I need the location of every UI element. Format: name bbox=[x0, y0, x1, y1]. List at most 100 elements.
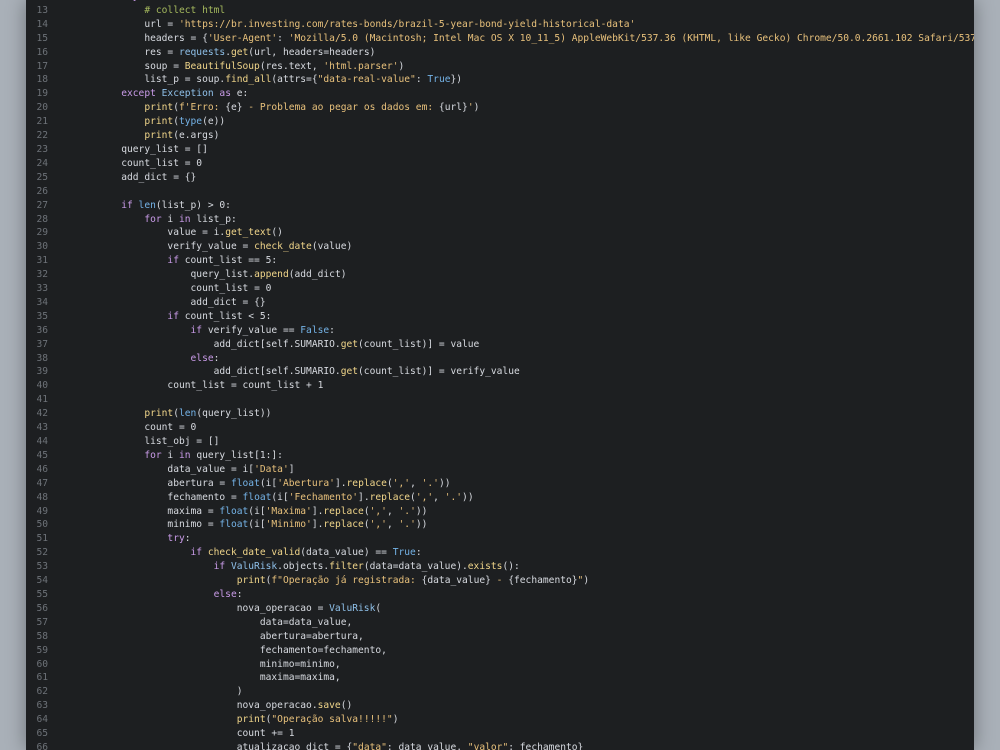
code-line[interactable]: 56 nova_operacao = ValuRisk( bbox=[26, 602, 974, 616]
code-line[interactable]: 33 count_list = 0 bbox=[26, 282, 974, 296]
code-token: type bbox=[178, 116, 203, 128]
code-text: url = 'https://br.investing.com/rates-bo… bbox=[48, 18, 635, 32]
code-token: filter bbox=[329, 561, 364, 573]
code-line[interactable]: 44 list_obj = [] bbox=[26, 435, 974, 449]
code-line[interactable]: 49 maxima = float(i['Maxima'].replace(',… bbox=[26, 505, 974, 519]
code-token: 'Data' bbox=[254, 463, 289, 475]
code-token: ]. bbox=[311, 519, 324, 531]
code-line[interactable]: 47 abertura = float(i['Abertura'].replac… bbox=[26, 477, 974, 491]
code-token: print bbox=[144, 130, 174, 142]
code-line[interactable]: 19 except Exception as e: bbox=[26, 87, 974, 101]
code-text: fechamento=fechamento, bbox=[48, 644, 387, 658]
code-line[interactable]: 52 if check_date_valid(data_value) == Tr… bbox=[26, 546, 974, 560]
code-text: nova_operacao = ValuRisk( bbox=[48, 602, 381, 616]
code-line[interactable]: 30 verify_value = check_date(value) bbox=[26, 240, 974, 254]
code-line[interactable]: 31 if count_list == 5: bbox=[26, 254, 974, 268]
line-number: 66 bbox=[36, 741, 48, 750]
code-line[interactable]: 28 for i in list_p: bbox=[26, 213, 974, 227]
code-line[interactable]: 29 value = i.get_text() bbox=[26, 226, 974, 240]
code-line[interactable]: 41 bbox=[26, 393, 974, 407]
code-token: count_list == 5: bbox=[184, 255, 278, 267]
code-line[interactable]: 23 query_list = [] bbox=[26, 143, 974, 157]
code-line[interactable]: 65 count += 1 bbox=[26, 727, 974, 741]
code-line[interactable]: 64 print("Operação salva!!!!!") bbox=[26, 713, 974, 727]
code-line[interactable]: 24 count_list = 0 bbox=[26, 157, 974, 171]
code-token: float bbox=[230, 477, 260, 489]
code-line[interactable]: 58 abertura=abertura, bbox=[26, 630, 974, 644]
code-line[interactable]: 16 res = requests.get(url, headers=heade… bbox=[26, 46, 974, 60]
line-number: 14 bbox=[36, 18, 48, 30]
line-number: 52 bbox=[36, 547, 48, 559]
code-line[interactable]: 39 add_dict[self.SUMARIO.get(count_list)… bbox=[26, 365, 974, 379]
code-line[interactable]: 43 count = 0 bbox=[26, 421, 974, 435]
code-line[interactable]: 18 list_p = soup.find_all(attrs={"data-r… bbox=[26, 73, 974, 87]
code-line[interactable]: 38 else: bbox=[26, 352, 974, 366]
code-line[interactable]: 57 data=data_value, bbox=[26, 616, 974, 630]
code-line[interactable]: 46 data_value = i['Data'] bbox=[26, 463, 974, 477]
code-token: 'Maxima' bbox=[265, 505, 312, 517]
code-line[interactable]: 27 if len(list_p) > 0: bbox=[26, 199, 974, 213]
code-line[interactable]: 40 count_list = count_list + 1 bbox=[26, 379, 974, 393]
code-text: for i in query_list[1:]: bbox=[48, 449, 283, 463]
code-line[interactable]: 48 fechamento = float(i['Fechamento'].re… bbox=[26, 491, 974, 505]
code-line[interactable]: 26 bbox=[26, 185, 974, 199]
code-token: , bbox=[410, 477, 422, 489]
code-token: , bbox=[433, 491, 445, 503]
code-line[interactable]: 15 headers = {'User-Agent': 'Mozilla/5.0… bbox=[26, 32, 974, 46]
code-token: : bbox=[184, 533, 191, 545]
code-token: if bbox=[167, 310, 185, 322]
code-line[interactable]: 13 # collect html bbox=[26, 4, 974, 18]
code-line[interactable]: 54 print(f"Operação já registrada: {data… bbox=[26, 574, 974, 588]
code-line[interactable]: 35 if count_list < 5: bbox=[26, 310, 974, 324]
line-number: 16 bbox=[36, 46, 48, 58]
code-token: replace bbox=[323, 519, 364, 531]
line-number: 65 bbox=[36, 728, 48, 740]
code-token: in bbox=[178, 449, 197, 461]
code-line[interactable]: 20 print(f'Erro: {e} - Problema ao pegar… bbox=[26, 101, 974, 115]
code-line[interactable]: 32 query_list.append(add_dict) bbox=[26, 268, 974, 282]
code-line[interactable]: 66 atualizacao_dict = {"data": data_valu… bbox=[26, 741, 974, 750]
code-token: verify_value = bbox=[167, 241, 255, 253]
code-line[interactable]: 59 fechamento=fechamento, bbox=[26, 644, 974, 658]
code-token: (i[ bbox=[259, 477, 278, 489]
code-token: abertura = bbox=[167, 477, 231, 489]
line-number: 19 bbox=[36, 88, 48, 100]
line-number: 18 bbox=[36, 74, 48, 86]
code-line[interactable]: 37 add_dict[self.SUMARIO.get(count_list)… bbox=[26, 338, 974, 352]
code-line[interactable]: 61 maxima=maxima, bbox=[26, 671, 974, 685]
code-text: maxima=maxima, bbox=[48, 671, 341, 685]
line-number: 59 bbox=[36, 644, 48, 656]
code-line[interactable]: 25 add_dict = {} bbox=[26, 171, 974, 185]
code-line[interactable]: 53 if ValuRisk.objects.filter(data=data_… bbox=[26, 560, 974, 574]
code-line[interactable]: 60 minimo=minimo, bbox=[26, 658, 974, 672]
code-line[interactable]: 21 print(type(e)) bbox=[26, 115, 974, 129]
code-line[interactable]: 62 ) bbox=[26, 685, 974, 699]
line-number: 48 bbox=[36, 491, 48, 503]
code-line[interactable]: 50 minimo = float(i['Minimo'].replace(',… bbox=[26, 518, 974, 532]
code-line[interactable]: 63 nova_operacao.save() bbox=[26, 699, 974, 713]
code-token: value = i. bbox=[167, 227, 226, 239]
code-line[interactable]: 22 print(e.args) bbox=[26, 129, 974, 143]
code-area[interactable]: 12 try:13 # collect html14 url = 'https:… bbox=[26, 0, 974, 750]
code-line[interactable]: 51 try: bbox=[26, 532, 974, 546]
code-line[interactable]: 14 url = 'https://br.investing.com/rates… bbox=[26, 18, 974, 32]
code-line[interactable]: 34 add_dict = {} bbox=[26, 296, 974, 310]
code-line[interactable]: 45 for i in query_list[1:]: bbox=[26, 449, 974, 463]
code-text: list_obj = [] bbox=[48, 435, 219, 449]
code-line[interactable]: 55 else: bbox=[26, 588, 974, 602]
line-number: 46 bbox=[36, 463, 48, 475]
code-line[interactable]: 36 if verify_value == False: bbox=[26, 324, 974, 338]
code-line[interactable]: 17 soup = BeautifulSoup(res.text, 'html.… bbox=[26, 60, 974, 74]
code-token: 'Minimo' bbox=[265, 519, 312, 531]
code-line[interactable]: 42 print(len(query_list)) bbox=[26, 407, 974, 421]
